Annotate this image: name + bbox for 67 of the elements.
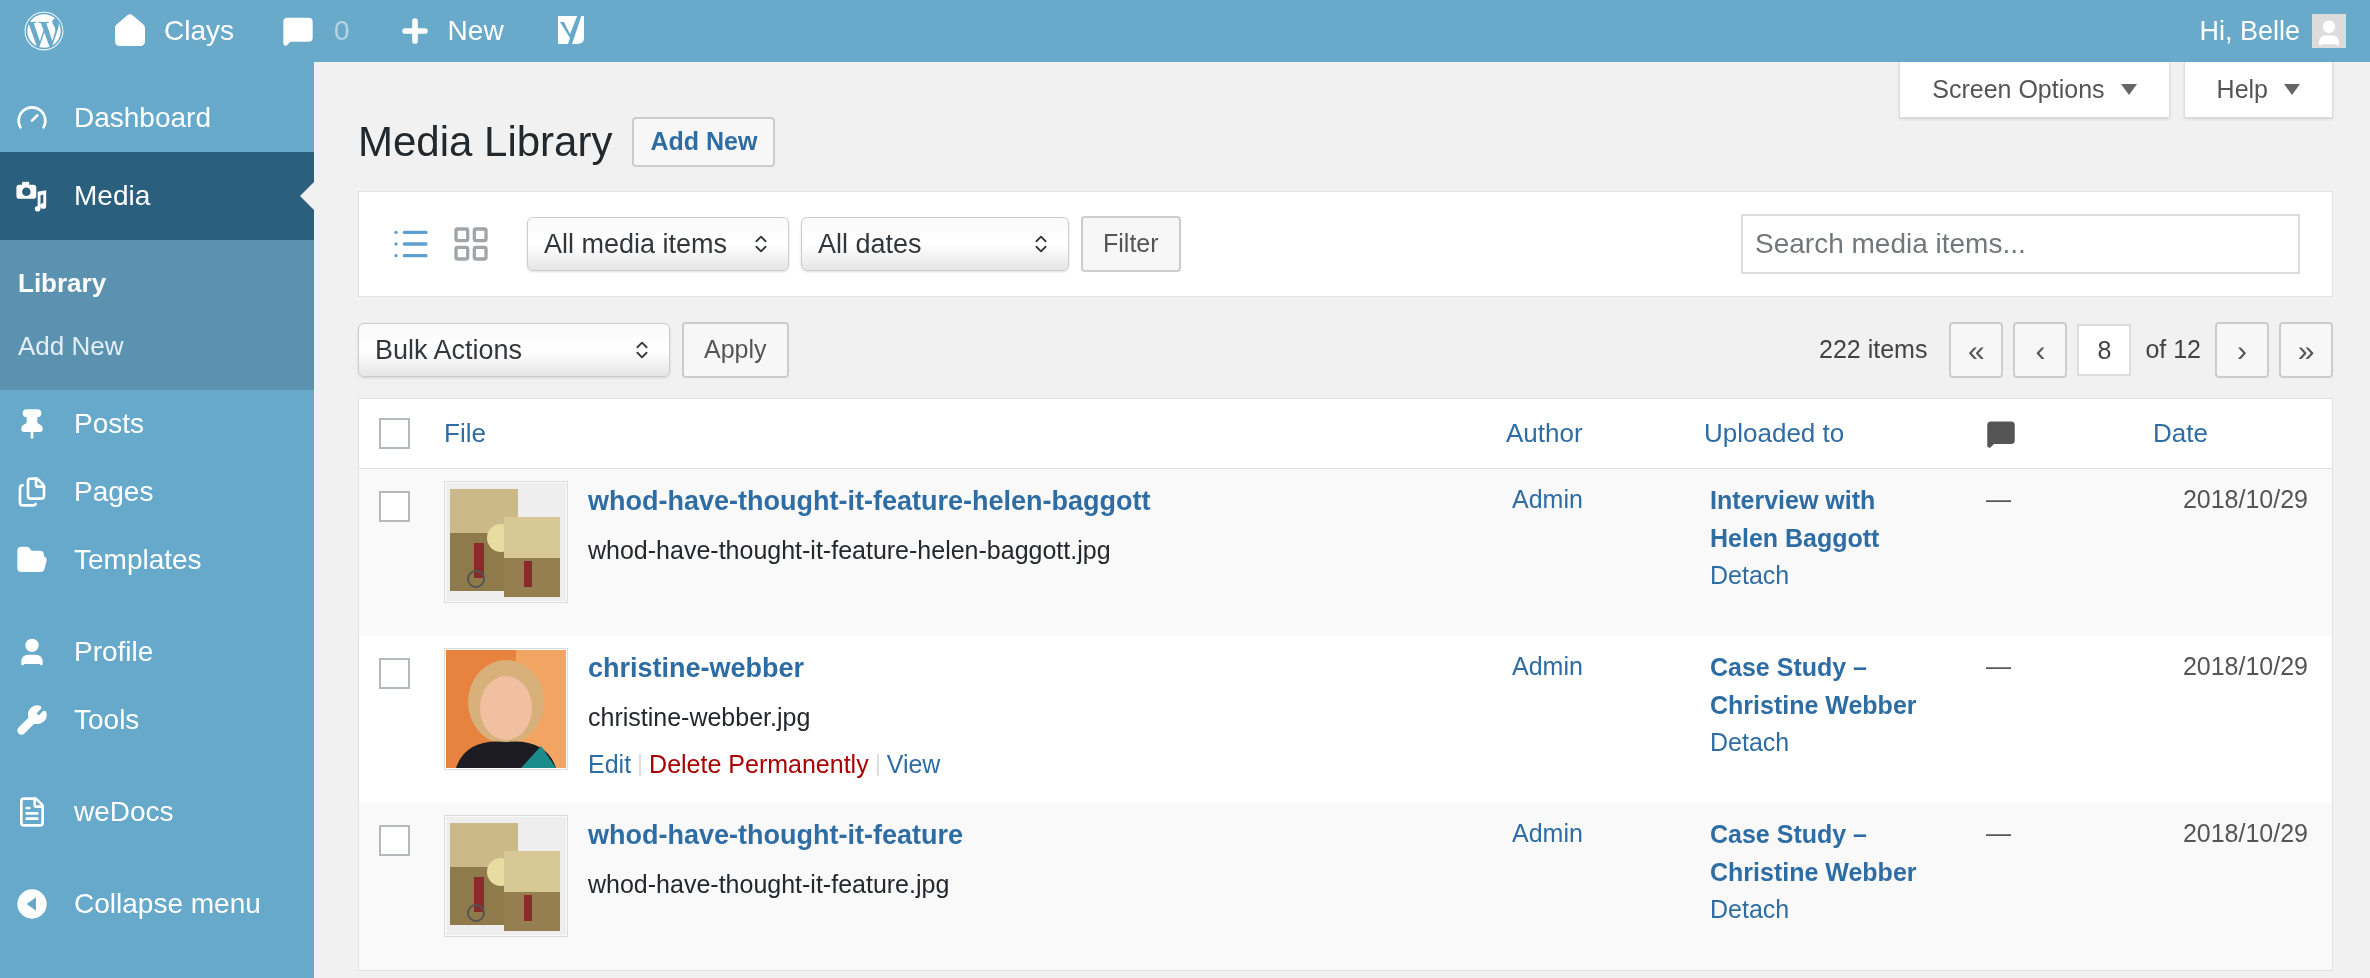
row-action-link[interactable]: Edit — [588, 746, 632, 784]
date-text: 2018/10/29 — [2181, 651, 2309, 682]
item-count: 222 items — [1819, 334, 1928, 366]
home-icon — [112, 13, 148, 49]
checkbox[interactable] — [379, 825, 410, 856]
menu-item[interactable]: Media — [0, 152, 314, 240]
grid-view-icon[interactable] — [451, 224, 491, 264]
search-field[interactable]: Search media items... — [1741, 214, 2300, 274]
bulk-actions-select[interactable]: Bulk Actions — [358, 323, 670, 377]
file-title-link[interactable]: christine-webber — [588, 648, 941, 689]
header-tab[interactable]: Screen Options — [1899, 62, 2170, 118]
file-name: christine-webber.jpg — [588, 701, 812, 733]
checkbox[interactable] — [379, 658, 410, 689]
collapse-icon — [16, 888, 48, 920]
page-field[interactable]: 8 — [2077, 324, 2132, 376]
date-select[interactable]: All dates — [801, 217, 1069, 271]
page-total: of 12 — [2145, 334, 2201, 366]
row-action-link[interactable]: View — [886, 746, 941, 784]
filter-button[interactable]: Filter — [1081, 216, 1181, 272]
parent-post-link[interactable]: Case Study – Christine Webber — [1710, 815, 1950, 891]
page-button[interactable]: » — [2279, 322, 2333, 378]
pages-icon — [16, 476, 48, 508]
file-title-link[interactable]: whod-have-thought-it-feature — [588, 815, 963, 856]
row-action-link[interactable]: Delete Permanently — [649, 746, 869, 784]
add-new-button[interactable]: Add New — [632, 116, 776, 167]
caret-icon — [2120, 84, 2137, 95]
page-button[interactable]: › — [2215, 322, 2269, 378]
file-title-link[interactable]: whod-have-thought-it-feature-helen-baggott — [588, 481, 1151, 522]
comment-icon — [282, 15, 314, 47]
file-name: whod-have-thought-it-feature-helen-baggott.jpg — [588, 534, 1112, 566]
column-header[interactable]: Date — [2153, 414, 2208, 453]
column-header[interactable]: Uploaded to — [1704, 414, 1986, 453]
parent-post-link[interactable]: Case Study – Christine Webber — [1710, 648, 1950, 724]
date-text: 2018/10/29 — [2181, 818, 2309, 849]
site-name: Clays — [164, 14, 234, 48]
checkbox[interactable] — [379, 418, 410, 449]
avatar-icon — [2312, 14, 2346, 48]
page-title: Media Library — [358, 117, 613, 167]
wrench-icon — [16, 704, 48, 736]
detach-link[interactable]: Detach — [1710, 891, 1790, 929]
author-link[interactable]: Admin — [1506, 648, 1704, 686]
header-tab[interactable]: Help — [2183, 62, 2333, 118]
author-link[interactable]: Admin — [1506, 481, 1704, 519]
comment-count: — — [1986, 651, 2012, 682]
comment-count: — — [1986, 484, 2012, 515]
author-link[interactable]: Admin — [1506, 815, 1704, 853]
submenu-item[interactable]: Add New — [0, 315, 314, 378]
media-type-select[interactable]: All media items — [527, 217, 789, 271]
detach-link[interactable]: Detach — [1710, 724, 1790, 762]
page-button[interactable]: « — [1949, 322, 2004, 378]
new-label: New — [447, 14, 504, 48]
submenu-item[interactable]: Library — [0, 252, 314, 315]
checkbox[interactable] — [379, 491, 410, 522]
detach-link[interactable]: Detach — [1710, 557, 1790, 595]
column-header[interactable]: File — [444, 414, 1506, 453]
apply-button[interactable]: Apply — [682, 322, 789, 378]
caret-icon — [2284, 84, 2300, 95]
current-arrow-icon — [300, 182, 314, 210]
page-button[interactable]: ‹ — [2013, 322, 2068, 378]
file-name: whod-have-thought-it-feature.jpg — [588, 868, 951, 900]
column-header[interactable]: Author — [1506, 414, 1704, 453]
comment-count: 0 — [334, 14, 350, 48]
date-text: 2018/10/29 — [2181, 484, 2309, 515]
comment-count: — — [1986, 818, 2012, 849]
camera-music-icon — [15, 179, 49, 213]
wordpress-logo-icon[interactable] — [24, 11, 64, 51]
parent-post-link[interactable]: Interview with Helen Baggott — [1710, 481, 1950, 557]
